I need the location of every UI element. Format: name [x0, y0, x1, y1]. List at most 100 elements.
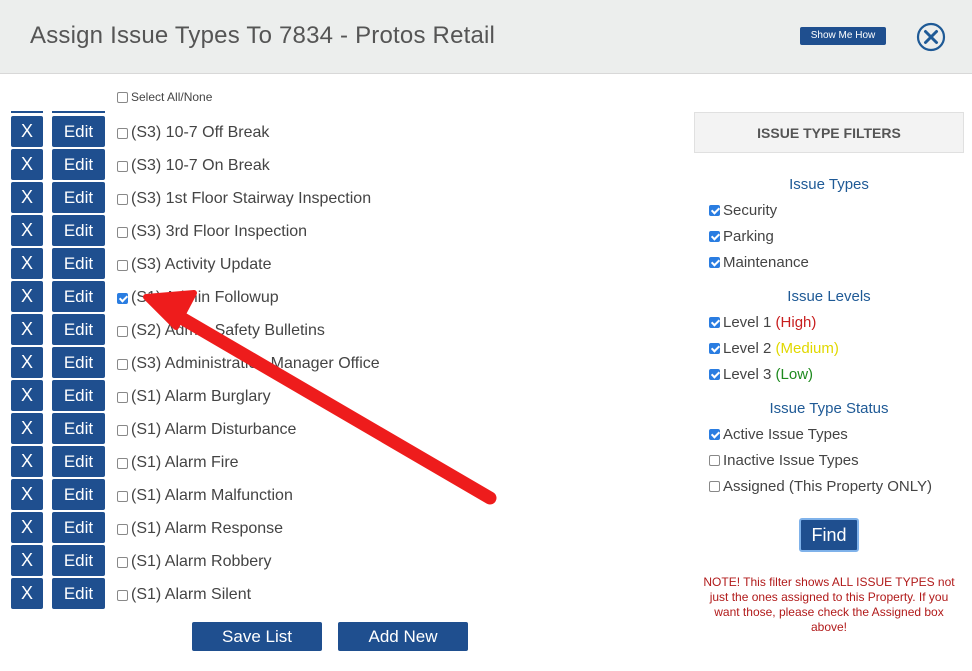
- find-button[interactable]: Find: [799, 518, 859, 552]
- issue-type-option[interactable]: (S3) 10-7 Off Break: [117, 124, 269, 142]
- issue-type-checkbox[interactable]: [117, 556, 128, 568]
- edit-button[interactable]: Edit: [52, 248, 105, 279]
- save-list-button[interactable]: Save List: [192, 622, 322, 651]
- maintenance-checkbox[interactable]: [709, 257, 720, 268]
- filter-maintenance[interactable]: Maintenance: [709, 254, 809, 271]
- inactive-checkbox[interactable]: [709, 455, 720, 466]
- add-new-button[interactable]: Add New: [338, 622, 468, 651]
- issue-type-checkbox[interactable]: [117, 358, 128, 370]
- filter-label: Assigned (This Property ONLY): [723, 478, 932, 495]
- remove-button[interactable]: X: [11, 347, 43, 378]
- remove-button[interactable]: X: [11, 413, 43, 444]
- filter-level-1[interactable]: Level 1 (High): [709, 314, 816, 331]
- issue-type-checkbox[interactable]: [117, 391, 128, 403]
- issue-type-option[interactable]: (S1) Alarm Burglary: [117, 388, 271, 406]
- filter-note: NOTE! This filter shows ALL ISSUE TYPES …: [703, 575, 955, 634]
- filter-label: Maintenance: [723, 254, 809, 271]
- issue-type-checkbox[interactable]: [117, 523, 128, 535]
- edit-button[interactable]: Edit: [52, 512, 105, 543]
- issue-type-checkbox[interactable]: [117, 424, 128, 436]
- edit-button[interactable]: Edit: [52, 479, 105, 510]
- issue-type-option[interactable]: (S1) Alarm Disturbance: [117, 421, 296, 439]
- filter-inactive[interactable]: Inactive Issue Types: [709, 452, 859, 469]
- issue-type-status-heading: Issue Type Status: [769, 400, 889, 417]
- issue-type-label: (S3) Administration Manager Office: [131, 355, 380, 372]
- issue-type-option[interactable]: (S3) 3rd Floor Inspection: [117, 223, 307, 241]
- issue-type-option[interactable]: (S1) Alarm Response: [117, 520, 283, 538]
- issue-levels-heading: Issue Levels: [787, 288, 871, 305]
- remove-button[interactable]: X: [11, 479, 43, 510]
- filter-assigned[interactable]: Assigned (This Property ONLY): [709, 478, 932, 495]
- edit-button[interactable]: Edit: [52, 149, 105, 180]
- remove-button[interactable]: X: [11, 149, 43, 180]
- issue-type-checkbox[interactable]: [117, 127, 128, 139]
- issue-type-option[interactable]: (S3) Activity Update: [117, 256, 272, 274]
- remove-button[interactable]: X: [11, 578, 43, 609]
- issue-type-checkbox[interactable]: [117, 259, 128, 271]
- filter-level-3[interactable]: Level 3 (Low): [709, 366, 813, 383]
- issue-type-checkbox[interactable]: [117, 457, 128, 469]
- filter-active[interactable]: Active Issue Types: [709, 426, 848, 443]
- issue-type-checkbox[interactable]: [117, 325, 128, 337]
- edit-button[interactable]: Edit: [52, 545, 105, 576]
- list-item: X Edit (S1) Alarm Silent: [11, 578, 611, 611]
- filter-label: Level 1: [723, 314, 772, 331]
- edit-button[interactable]: Edit: [52, 578, 105, 609]
- list-item: X Edit (S1) Alarm Burglary: [11, 380, 611, 413]
- edit-button[interactable]: Edit: [52, 446, 105, 477]
- remove-button[interactable]: X: [11, 314, 43, 345]
- show-me-how-button[interactable]: Show Me How: [800, 27, 886, 45]
- edit-button[interactable]: Edit: [52, 116, 105, 147]
- edit-button[interactable]: Edit: [52, 182, 105, 213]
- list-item: X Edit (S3) 10-7 Off Break: [11, 116, 611, 149]
- parking-checkbox[interactable]: [709, 231, 720, 242]
- remove-button[interactable]: X: [11, 545, 43, 576]
- level-3-checkbox[interactable]: [709, 369, 720, 380]
- select-all-checkbox[interactable]: [117, 91, 128, 103]
- security-checkbox[interactable]: [709, 205, 720, 216]
- issue-type-option[interactable]: (S1) Alarm Fire: [117, 454, 239, 472]
- remove-button[interactable]: X: [11, 182, 43, 213]
- remove-button[interactable]: X: [11, 116, 43, 147]
- edit-button-partial[interactable]: [52, 101, 105, 113]
- issue-type-checkbox[interactable]: [117, 193, 128, 205]
- close-icon[interactable]: [916, 22, 946, 52]
- remove-button[interactable]: X: [11, 512, 43, 543]
- active-checkbox[interactable]: [709, 429, 720, 440]
- filter-label: Inactive Issue Types: [723, 452, 859, 469]
- issue-type-checkbox[interactable]: [117, 490, 128, 502]
- edit-button[interactable]: Edit: [52, 215, 105, 246]
- assigned-checkbox[interactable]: [709, 481, 720, 492]
- issue-type-label: (S2) Admin Safety Bulletins: [131, 322, 325, 339]
- issue-type-checkbox[interactable]: [117, 589, 128, 601]
- edit-button[interactable]: Edit: [52, 281, 105, 312]
- issue-type-checkbox[interactable]: [117, 160, 128, 172]
- select-all-toggle[interactable]: Select All/None: [117, 90, 212, 104]
- filter-level-2[interactable]: Level 2 (Medium): [709, 340, 839, 357]
- list-item: X Edit (S1) Alarm Malfunction: [11, 479, 611, 512]
- remove-button[interactable]: X: [11, 215, 43, 246]
- edit-button[interactable]: Edit: [52, 380, 105, 411]
- filter-parking[interactable]: Parking: [709, 228, 774, 245]
- issue-type-checkbox[interactable]: [117, 292, 128, 304]
- remove-button[interactable]: X: [11, 446, 43, 477]
- issue-type-option[interactable]: (S1) Alarm Malfunction: [117, 487, 293, 505]
- remove-button[interactable]: X: [11, 248, 43, 279]
- level-1-checkbox[interactable]: [709, 317, 720, 328]
- remove-button-partial[interactable]: [11, 101, 43, 113]
- remove-button[interactable]: X: [11, 281, 43, 312]
- level-2-checkbox[interactable]: [709, 343, 720, 354]
- issue-type-option[interactable]: (S3) Administration Manager Office: [117, 355, 380, 373]
- issue-type-option[interactable]: (S2) Admin Safety Bulletins: [117, 322, 325, 340]
- filter-security[interactable]: Security: [709, 202, 777, 219]
- edit-button[interactable]: Edit: [52, 347, 105, 378]
- issue-type-option[interactable]: (S3) 10-7 On Break: [117, 157, 270, 175]
- issue-type-option[interactable]: (S3) 1st Floor Stairway Inspection: [117, 190, 371, 208]
- remove-button[interactable]: X: [11, 380, 43, 411]
- issue-type-option[interactable]: (S1) Alarm Silent: [117, 586, 251, 604]
- edit-button[interactable]: Edit: [52, 413, 105, 444]
- issue-type-option[interactable]: (S1) Alarm Robbery: [117, 553, 272, 571]
- issue-type-option[interactable]: (S1) Admin Followup: [117, 289, 279, 307]
- issue-type-checkbox[interactable]: [117, 226, 128, 238]
- edit-button[interactable]: Edit: [52, 314, 105, 345]
